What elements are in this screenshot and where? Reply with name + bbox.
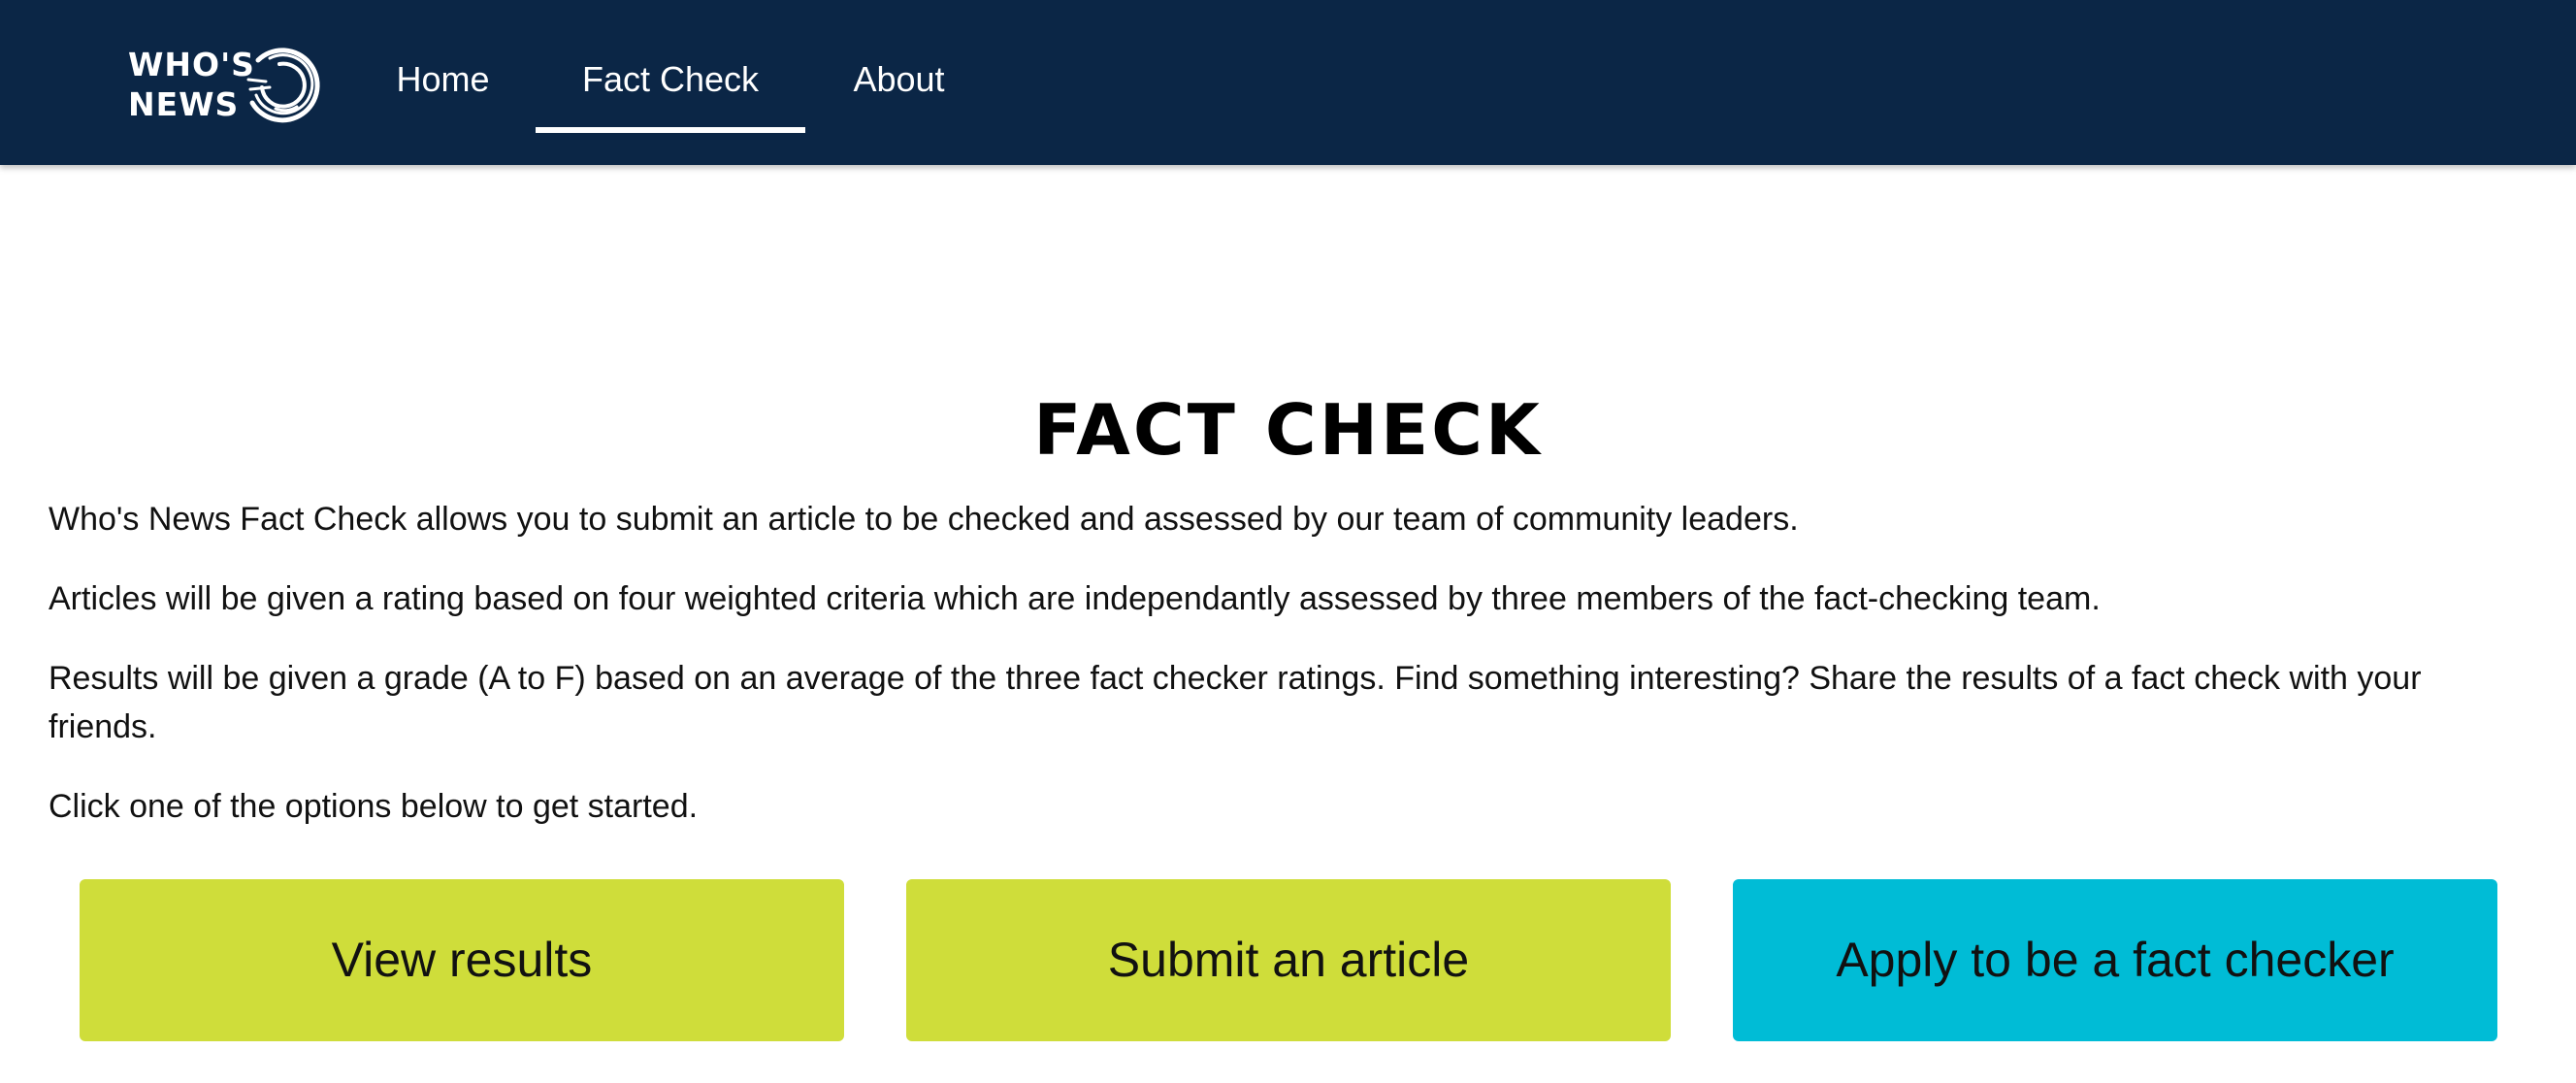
nav-item-label: Home: [396, 59, 490, 99]
intro-paragraph: Who's News Fact Check allows you to subm…: [49, 501, 1799, 538]
nav-item-home[interactable]: Home: [349, 0, 537, 165]
page-title: FACT CHECK: [1033, 389, 1543, 472]
logo-line-2: NEWS: [128, 85, 240, 123]
active-tab-indicator: [536, 127, 805, 133]
intro-content: Who's News Fact Check allows you to subm…: [49, 495, 2513, 862]
logo-line-1: WHO'S: [128, 46, 255, 83]
action-buttons: View results Submit an article Apply to …: [80, 879, 2497, 1041]
nav-item-label: Fact Check: [581, 59, 760, 99]
intro-paragraph: Articles will be given a rating based on…: [49, 580, 2101, 617]
whos-news-logo[interactable]: WHO'S NEWS: [128, 45, 322, 124]
intro-paragraph: Results will be given a grade (A to F) b…: [49, 660, 2422, 745]
nav-item-about[interactable]: About: [805, 0, 993, 165]
swirl-ring-icon: [246, 48, 320, 123]
submit-article-button[interactable]: Submit an article: [906, 879, 1671, 1041]
nav-item-fact-check[interactable]: Fact Check: [536, 0, 805, 165]
logo-wordmark: WHO'S NEWS: [128, 45, 255, 124]
intro-paragraph: Click one of the options below to get st…: [49, 788, 699, 825]
view-results-button[interactable]: View results: [80, 879, 844, 1041]
nav-item-label: About: [853, 59, 945, 99]
top-navbar: WHO'S NEWS Home Fact Check About: [0, 0, 2576, 165]
apply-fact-checker-button[interactable]: Apply to be a fact checker: [1733, 879, 2497, 1041]
